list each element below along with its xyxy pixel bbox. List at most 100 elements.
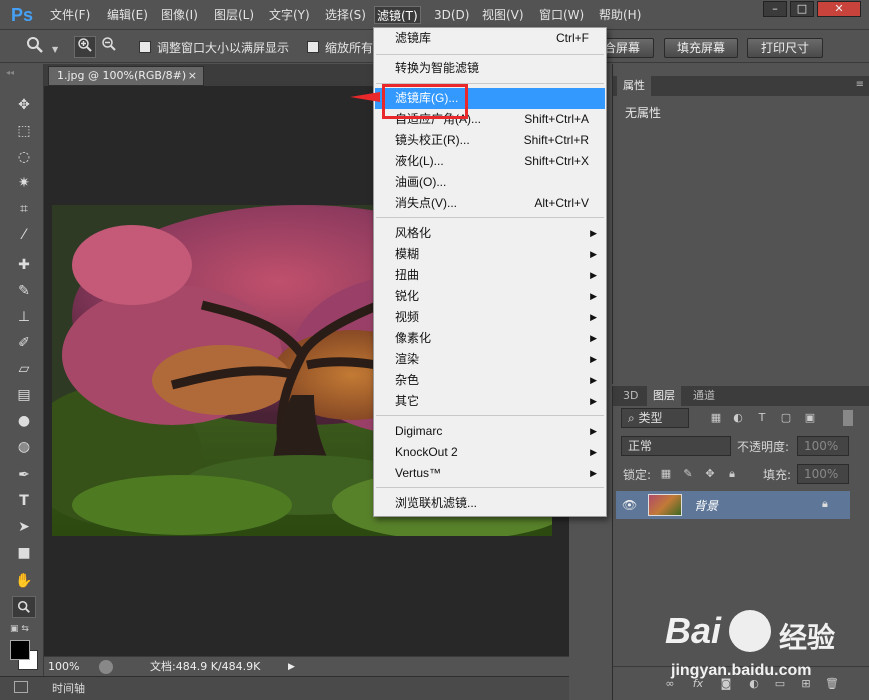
menu-edit[interactable]: 编辑(E): [105, 6, 150, 24]
eyedropper-tool-icon[interactable]: ⁄: [12, 224, 36, 246]
timeline-icon[interactable]: [14, 681, 28, 693]
timeline-tab[interactable]: 时间轴: [52, 680, 85, 696]
lock-transparent-icon[interactable]: ▦: [659, 467, 673, 481]
dodge-tool-icon[interactable]: ◍: [12, 436, 36, 458]
filter-adjustment-icon[interactable]: ◐: [731, 411, 745, 425]
menu-3d[interactable]: 3D(D): [432, 6, 471, 24]
zoom-tool-icon-active[interactable]: [12, 596, 36, 618]
layer-lock-icon: 🔒︎: [822, 497, 828, 510]
clone-stamp-tool-icon[interactable]: ⊥: [12, 306, 36, 328]
filter-pixel-icon[interactable]: ▦: [709, 411, 723, 425]
panel-menu-icon[interactable]: ≡: [856, 79, 864, 90]
menu-item-video[interactable]: 视频 ▶: [375, 307, 605, 328]
zoom-tool-icon[interactable]: [24, 36, 46, 58]
zoom-level[interactable]: 100%: [48, 657, 79, 677]
status-info-icon[interactable]: [99, 660, 113, 674]
pen-tool-icon[interactable]: ✒: [12, 464, 36, 486]
zoom-in-icon[interactable]: [74, 36, 96, 58]
menu-select[interactable]: 选择(S): [323, 6, 368, 24]
watermark-brand: Bai: [665, 610, 722, 651]
menu-item-pixelate[interactable]: 像素化 ▶: [375, 328, 605, 349]
menu-layer[interactable]: 图层(L): [212, 6, 256, 24]
menu-help[interactable]: 帮助(H): [597, 6, 643, 24]
menu-filter[interactable]: 滤镜(T): [374, 6, 421, 24]
menu-item-other[interactable]: 其它 ▶: [375, 391, 605, 412]
filter-type-icon[interactable]: T: [755, 411, 769, 425]
tool-preset-chevron-icon[interactable]: ▼: [52, 45, 58, 54]
blur-tool-icon[interactable]: ●: [12, 410, 36, 432]
layer-row[interactable]: 👁︎ 背景 🔒︎: [616, 491, 850, 519]
menu-item-noise[interactable]: 杂色 ▶: [375, 370, 605, 391]
maximize-button[interactable]: □: [790, 1, 814, 17]
photoshop-logo: Ps: [10, 5, 34, 25]
menu-item-blur[interactable]: 模糊 ▶: [375, 244, 605, 265]
tab-3d[interactable]: 3D: [617, 386, 644, 406]
menu-item-liquify[interactable]: 液化(L)... Shift+Ctrl+X: [375, 151, 605, 172]
blend-mode-select[interactable]: 正常: [621, 436, 731, 456]
document-tab[interactable]: 1.jpg @ 100%(RGB/8#) ×: [48, 66, 204, 86]
menu-view[interactable]: 视图(V): [480, 6, 526, 24]
tab-channels[interactable]: 通道: [687, 386, 721, 406]
eraser-tool-icon[interactable]: ▱: [12, 358, 36, 380]
menu-type[interactable]: 文字(Y): [267, 6, 312, 24]
layer-kind-filter[interactable]: ⌕ 类型: [621, 408, 689, 428]
properties-panel: 属性 ≡ 无属性: [612, 64, 869, 384]
crop-tool-icon[interactable]: ⌗: [12, 198, 36, 220]
visibility-eye-icon[interactable]: 👁︎: [622, 498, 637, 512]
fill-screen-button[interactable]: 填充屏幕: [664, 38, 738, 58]
print-size-button[interactable]: 打印尺寸: [747, 38, 823, 58]
filter-toggle-icon[interactable]: [843, 410, 853, 426]
tab-layers[interactable]: 图层: [647, 386, 681, 406]
status-menu-arrow-icon[interactable]: ▶: [288, 657, 295, 677]
brush-tool-icon[interactable]: ✎: [12, 280, 36, 302]
type-tool-icon[interactable]: T: [12, 490, 36, 512]
menu-item-convert-smart-filters[interactable]: 转换为智能滤镜: [375, 58, 605, 79]
filter-shape-icon[interactable]: ▢: [779, 411, 793, 425]
hand-tool-icon[interactable]: ✋: [12, 570, 36, 592]
opacity-input[interactable]: 100%: [797, 436, 849, 456]
close-button[interactable]: ✕: [817, 1, 861, 17]
default-colors-icon[interactable]: ▣ ⇆: [10, 624, 29, 634]
menu-item-knockout[interactable]: KnockOut 2 ▶: [375, 442, 605, 463]
menu-item-sharpen[interactable]: 锐化 ▶: [375, 286, 605, 307]
menu-item-distort[interactable]: 扭曲 ▶: [375, 265, 605, 286]
foreground-color-swatch[interactable]: [10, 640, 30, 660]
lock-position-icon[interactable]: ✥: [703, 467, 717, 481]
properties-tab-bar: 属性 ≡: [613, 76, 869, 96]
lasso-tool-icon[interactable]: ◌: [12, 146, 36, 168]
rectangle-tool-icon[interactable]: ■: [12, 542, 36, 564]
history-brush-tool-icon[interactable]: ✐: [12, 332, 36, 354]
marquee-tool-icon[interactable]: ⬚: [12, 120, 36, 142]
menu-item-stylize[interactable]: 风格化 ▶: [375, 223, 605, 244]
zoom-out-icon[interactable]: [98, 36, 120, 58]
menu-item-render[interactable]: 渲染 ▶: [375, 349, 605, 370]
path-selection-tool-icon[interactable]: ➤: [12, 516, 36, 538]
opacity-label: 不透明度:: [737, 440, 790, 454]
minimize-button[interactable]: –: [763, 1, 787, 17]
menu-file[interactable]: 文件(F): [48, 6, 92, 24]
menu-item-vanishing-point[interactable]: 消失点(V)... Alt+Ctrl+V: [375, 193, 605, 214]
gradient-tool-icon[interactable]: ▤: [12, 384, 36, 406]
collapse-toolbar-icon[interactable]: ◂◂: [6, 68, 14, 77]
layer-kind-value: 类型: [638, 411, 663, 425]
menu-item-vertus[interactable]: Vertus™ ▶: [375, 463, 605, 484]
menu-item-digimarc[interactable]: Digimarc ▶: [375, 421, 605, 442]
lock-pixels-icon[interactable]: ✎: [681, 467, 695, 481]
healing-brush-tool-icon[interactable]: ✚: [12, 254, 36, 276]
menu-item-lens-correction[interactable]: 镜头校正(R)... Shift+Ctrl+R: [375, 130, 605, 151]
magic-wand-tool-icon[interactable]: ✷: [12, 172, 36, 194]
tab-properties[interactable]: 属性: [617, 76, 651, 96]
filter-smart-object-icon[interactable]: ▣: [803, 411, 817, 425]
menu-image[interactable]: 图像(I): [159, 6, 200, 24]
menu-item-oil-paint[interactable]: 油画(O)...: [375, 172, 605, 193]
lock-all-icon[interactable]: 🔒︎: [725, 467, 739, 481]
menu-item-browse-filters-online[interactable]: 浏览联机滤镜...: [375, 493, 605, 514]
close-tab-icon[interactable]: ×: [188, 67, 197, 85]
layer-name[interactable]: 背景: [694, 497, 718, 514]
menu-item-filter-gallery-last[interactable]: 滤镜库 Ctrl+F: [375, 28, 605, 49]
fill-input[interactable]: 100%: [797, 464, 849, 484]
menu-window[interactable]: 窗口(W): [537, 6, 586, 24]
move-tool-icon[interactable]: ✥: [12, 94, 36, 116]
zoom-all-checkbox[interactable]: [307, 41, 319, 53]
resize-windows-checkbox[interactable]: [139, 41, 151, 53]
